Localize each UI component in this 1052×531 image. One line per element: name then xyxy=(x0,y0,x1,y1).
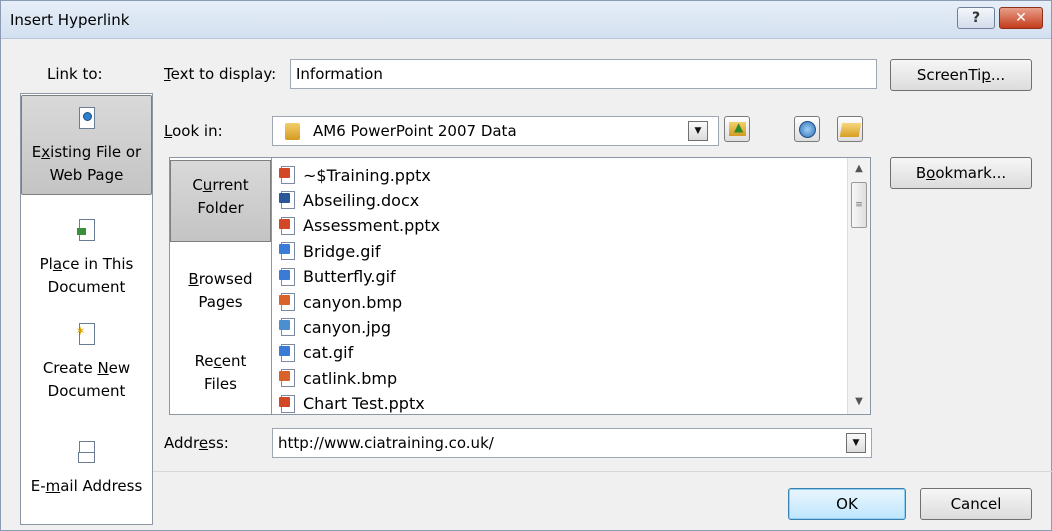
file-list[interactable]: ~$Training.pptx Abseiling.docx Assessment.… xyxy=(271,157,871,415)
gif-file-icon xyxy=(279,242,297,261)
file-name: ~$Training.pptx xyxy=(303,165,431,185)
bookmark-button[interactable]: Bo okmark... xyxy=(890,157,1032,189)
file-name: Assessment.pptx xyxy=(303,216,441,236)
new-document-icon: ✶ xyxy=(76,322,98,348)
address-label: Address: xyxy=(164,434,229,452)
up-one-folder-button[interactable]: ▲ xyxy=(724,116,750,142)
address-input[interactable]: http://www.ciatraining.co.uk/ xyxy=(272,428,872,458)
scroll-down-icon[interactable]: ▼ xyxy=(848,392,870,412)
cancel-button[interactable]: Cancel xyxy=(920,488,1032,520)
file-list-scrollbar[interactable]: ▲ ≡ ▼ xyxy=(847,158,870,414)
bmp-file-icon xyxy=(279,369,297,388)
look-in-dropdown-arrow[interactable]: ▼ xyxy=(688,121,708,141)
place-in-document-icon xyxy=(76,218,98,244)
title-bar: Insert Hyperlink ? ✕ xyxy=(1,1,1051,39)
dialog-title: Insert Hyperlink xyxy=(10,11,130,29)
browse-web-button[interactable] xyxy=(794,116,820,142)
existing-file-icon xyxy=(76,106,98,132)
link-to-email-address[interactable]: E-mail Address xyxy=(21,440,152,498)
close-icon: ✕ xyxy=(1015,10,1027,26)
file-list-item[interactable]: Abseiling.docx xyxy=(279,187,419,213)
help-icon: ? xyxy=(971,10,981,26)
file-list-item[interactable]: canyon.bmp xyxy=(279,289,402,315)
globe-icon xyxy=(799,121,816,138)
bmp-file-icon xyxy=(279,293,297,311)
jpg-file-icon xyxy=(279,318,297,337)
current-folder-tab[interactable]: Current Folder xyxy=(170,160,271,242)
address-dropdown-arrow[interactable]: ▼ xyxy=(846,433,866,453)
file-name: Bridge.gif xyxy=(303,241,381,261)
look-in-dropdown[interactable]: AM6 PowerPoint 2007 Data xyxy=(272,116,719,146)
help-button[interactable]: ? xyxy=(957,7,995,29)
ok-button[interactable]: OK xyxy=(788,488,906,520)
recent-files-tab[interactable]: Recent Files xyxy=(170,350,271,396)
pptx-file-icon xyxy=(279,394,297,413)
look-in-label: Look in: xyxy=(164,122,223,140)
link-to-create-new-document[interactable]: ✶ Create New Document xyxy=(21,322,152,403)
file-name: cat.gif xyxy=(303,343,354,363)
file-list-item[interactable]: cat.gif xyxy=(279,340,353,366)
docx-file-icon xyxy=(279,191,297,210)
gif-file-icon xyxy=(279,267,297,286)
link-to-place-in-document[interactable]: Place in This Document xyxy=(21,218,152,299)
link-to-existing-file[interactable]: Existing File or Web Page xyxy=(21,95,152,195)
pptx-file-icon xyxy=(279,166,297,184)
file-name: Butterfly.gif xyxy=(303,267,396,287)
link-to-bar: Existing File or Web Page Place in This … xyxy=(20,93,153,525)
file-list-item[interactable]: Assessment.pptx xyxy=(279,213,440,239)
file-name: canyon.jpg xyxy=(303,317,391,337)
browsed-pages-tab[interactable]: Browsed Pages xyxy=(170,268,271,314)
divider xyxy=(153,471,1052,472)
link-to-heading: Link to: xyxy=(47,65,103,83)
screentip-button[interactable]: ScreenTi p... xyxy=(890,59,1032,91)
email-icon xyxy=(76,440,98,466)
pptx-file-icon xyxy=(279,216,297,235)
file-name: Abseiling.docx xyxy=(303,190,420,210)
scroll-thumb[interactable]: ≡ xyxy=(851,182,867,228)
insert-hyperlink-dialog: Insert Hyperlink ? ✕ Link to: Existing F… xyxy=(0,0,1052,531)
file-name: canyon.bmp xyxy=(303,292,403,312)
browse-file-button[interactable] xyxy=(837,116,863,142)
open-folder-icon xyxy=(839,123,862,137)
file-list-item[interactable]: canyon.jpg xyxy=(279,314,391,340)
gif-file-icon xyxy=(279,343,297,362)
file-list-item[interactable]: Butterfly.gif xyxy=(279,264,396,290)
scroll-up-icon[interactable]: ▲ xyxy=(848,159,870,179)
folder-icon xyxy=(285,123,300,140)
folder-nav: Current Folder Browsed Pages Recent File… xyxy=(169,157,272,415)
file-list-item[interactable]: Chart Test.pptx xyxy=(279,391,425,417)
file-list-item[interactable]: ~$Training.pptx xyxy=(279,162,431,188)
file-name: Chart Test.pptx xyxy=(303,394,425,414)
file-name: catlink.bmp xyxy=(303,368,398,388)
text-to-display-label: Text to display: xyxy=(164,65,277,83)
file-list-item[interactable]: Bridge.gif xyxy=(279,238,380,264)
file-list-item[interactable]: catlink.bmp xyxy=(279,365,397,391)
text-to-display-input[interactable]: Information xyxy=(290,59,877,89)
close-button[interactable]: ✕ xyxy=(999,7,1043,29)
